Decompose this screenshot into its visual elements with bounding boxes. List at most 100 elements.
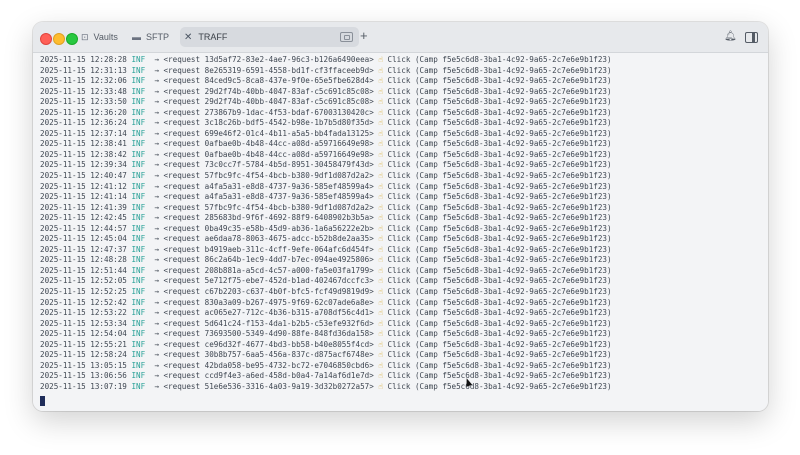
log-action: Click (Camp f5e5c6d8-3ba1-4c92-9a65-2c7e…: [387, 371, 612, 381]
log-action: Click (Camp f5e5c6d8-3ba1-4c92-9a65-2c7e…: [387, 350, 612, 360]
log-request: <request c67b2203-c637-4b0f-bfc5-fcf49d9…: [163, 287, 374, 297]
minimize-window-button[interactable]: [53, 33, 65, 45]
arrow-icon: →: [154, 86, 159, 96]
log-timestamp: 2025-11-15 12:45:04: [40, 234, 127, 244]
arrow-icon: →: [154, 107, 159, 117]
tab-vaults[interactable]: ⊡ Vaults: [77, 27, 129, 47]
log-action: Click (Camp f5e5c6d8-3ba1-4c92-9a65-2c7e…: [387, 160, 612, 170]
click-hand-icon: ☝: [378, 202, 383, 212]
arrow-icon: →: [154, 244, 159, 254]
log-line: 2025-11-15 13:06:56 INF → <request ccd9f…: [40, 371, 768, 382]
log-action: Click (Camp f5e5c6d8-3ba1-4c92-9a65-2c7e…: [387, 287, 612, 297]
sidebar-toggle-icon[interactable]: [745, 32, 758, 43]
log-timestamp: 2025-11-15 12:52:05: [40, 276, 127, 286]
arrow-icon: →: [154, 213, 159, 223]
log-timestamp: 2025-11-15 12:54:04: [40, 329, 127, 339]
tab-traff[interactable]: ✕ TRAFF: [180, 27, 359, 47]
log-line: 2025-11-15 12:36:24 INF → <request 3c18c…: [40, 118, 768, 129]
log-action: Click (Camp f5e5c6d8-3ba1-4c92-9a65-2c7e…: [387, 118, 612, 128]
close-window-button[interactable]: [40, 33, 52, 45]
arrow-icon: →: [154, 381, 159, 391]
tab-sftp[interactable]: ▬ SFTP: [128, 27, 176, 47]
log-line: 2025-11-15 12:58:24 INF → <request 30b8b…: [40, 350, 768, 361]
terminal-output[interactable]: 2025-11-15 12:28:28 INF → <request 13d5a…: [33, 53, 768, 411]
close-icon[interactable]: ✕: [184, 32, 192, 43]
log-line: 2025-11-15 12:41:39 INF → <request 57fbc…: [40, 203, 768, 214]
log-timestamp: 2025-11-15 12:32:06: [40, 76, 127, 86]
arrow-icon: →: [154, 234, 159, 244]
click-hand-icon: ☝: [378, 149, 383, 159]
log-request: <request 285683bd-9f6f-4692-88f9-6408902…: [163, 213, 374, 223]
bell-icon[interactable]: 🔔︎: [724, 31, 737, 43]
click-hand-icon: ☝: [378, 76, 383, 86]
log-action: Click (Camp f5e5c6d8-3ba1-4c92-9a65-2c7e…: [387, 318, 612, 328]
arrow-icon: →: [154, 287, 159, 297]
log-timestamp: 2025-11-15 12:39:34: [40, 160, 127, 170]
log-level: INF: [131, 118, 146, 128]
log-timestamp: 2025-11-15 12:55:21: [40, 339, 127, 349]
log-timestamp: 2025-11-15 12:41:14: [40, 192, 127, 202]
log-level: INF: [131, 297, 146, 307]
log-line: 2025-11-15 12:52:25 INF → <request c67b2…: [40, 287, 768, 298]
log-level: INF: [131, 181, 146, 191]
arrow-icon: →: [154, 318, 159, 328]
click-hand-icon: ☝: [378, 181, 383, 191]
log-timestamp: 2025-11-15 12:38:42: [40, 149, 127, 159]
log-request: <request 30b8b757-6aa5-456a-837c-d875acf…: [163, 350, 374, 360]
click-hand-icon: ☝: [378, 118, 383, 128]
log-request: <request ac065e27-712c-4b36-b315-a708df5…: [163, 308, 374, 318]
log-request: <request 3c18c26b-bdf5-4542-b98e-1b7b5d8…: [163, 118, 374, 128]
log-request: <request 29d2f74b-40bb-4047-83af-c5c691c…: [163, 86, 374, 96]
log-request: <request 8e265319-6591-4558-bd1f-cf3ffac…: [163, 65, 374, 75]
arrow-icon: →: [154, 181, 159, 191]
log-timestamp: 2025-11-15 12:36:20: [40, 107, 127, 117]
log-request: <request a4fa5a31-e8d8-4737-9a36-585ef48…: [163, 181, 374, 191]
log-line: 2025-11-15 12:47:37 INF → <request b4919…: [40, 245, 768, 256]
log-line: 2025-11-15 12:42:45 INF → <request 28568…: [40, 213, 768, 224]
log-action: Click (Camp f5e5c6d8-3ba1-4c92-9a65-2c7e…: [387, 76, 612, 86]
log-action: Click (Camp f5e5c6d8-3ba1-4c92-9a65-2c7e…: [387, 360, 612, 370]
terminal-window: ⊡ Vaults ▬ SFTP ✕ TRAFF + 🔔︎ 2025-11-15 …: [33, 22, 768, 411]
log-timestamp: 2025-11-15 12:53:22: [40, 308, 127, 318]
click-hand-icon: ☝: [378, 339, 383, 349]
log-request: <request 5e712f75-ebe7-452d-b1ad-402467d…: [163, 276, 374, 286]
add-tab-button[interactable]: +: [360, 29, 368, 43]
click-hand-icon: ☝: [378, 371, 383, 381]
log-level: INF: [131, 234, 146, 244]
log-line: 2025-11-15 12:41:12 INF → <request a4fa5…: [40, 182, 768, 193]
log-request: <request 0ba49c35-e58b-45d9-ab36-1a6a562…: [163, 223, 374, 233]
log-level: INF: [131, 65, 146, 75]
log-action: Click (Camp f5e5c6d8-3ba1-4c92-9a65-2c7e…: [387, 171, 612, 181]
log-action: Click (Camp f5e5c6d8-3ba1-4c92-9a65-2c7e…: [387, 255, 612, 265]
log-action: Click (Camp f5e5c6d8-3ba1-4c92-9a65-2c7e…: [387, 339, 612, 349]
log-action: Click (Camp f5e5c6d8-3ba1-4c92-9a65-2c7e…: [387, 139, 612, 149]
log-action: Click (Camp f5e5c6d8-3ba1-4c92-9a65-2c7e…: [387, 381, 612, 391]
log-action: Click (Camp f5e5c6d8-3ba1-4c92-9a65-2c7e…: [387, 297, 612, 307]
log-action: Click (Camp f5e5c6d8-3ba1-4c92-9a65-2c7e…: [387, 192, 612, 202]
log-level: INF: [131, 97, 146, 107]
click-hand-icon: ☝: [378, 255, 383, 265]
log-line: 2025-11-15 12:33:48 INF → <request 29d2f…: [40, 87, 768, 98]
log-level: INF: [131, 318, 146, 328]
log-level: INF: [131, 171, 146, 181]
log-timestamp: 2025-11-15 13:06:56: [40, 371, 127, 381]
log-level: INF: [131, 350, 146, 360]
arrow-icon: →: [154, 171, 159, 181]
log-line: 2025-11-15 12:31:13 INF → <request 8e265…: [40, 66, 768, 77]
log-action: Click (Camp f5e5c6d8-3ba1-4c92-9a65-2c7e…: [387, 308, 612, 318]
click-hand-icon: ☝: [378, 308, 383, 318]
log-action: Click (Camp f5e5c6d8-3ba1-4c92-9a65-2c7e…: [387, 234, 612, 244]
split-view-icon[interactable]: [340, 32, 353, 42]
arrow-icon: →: [154, 65, 159, 75]
tab-sftp-label: SFTP: [146, 32, 170, 42]
log-line: 2025-11-15 13:05:15 INF → <request 42bda…: [40, 361, 768, 372]
log-line: 2025-11-15 12:38:42 INF → <request 0afba…: [40, 150, 768, 161]
log-level: INF: [131, 202, 146, 212]
log-timestamp: 2025-11-15 12:48:28: [40, 255, 127, 265]
log-action: Click (Camp f5e5c6d8-3ba1-4c92-9a65-2c7e…: [387, 244, 612, 254]
log-level: INF: [131, 192, 146, 202]
click-hand-icon: ☝: [378, 234, 383, 244]
log-timestamp: 2025-11-15 12:37:14: [40, 128, 127, 138]
log-timestamp: 2025-11-15 12:44:57: [40, 223, 127, 233]
click-hand-icon: ☝: [378, 297, 383, 307]
